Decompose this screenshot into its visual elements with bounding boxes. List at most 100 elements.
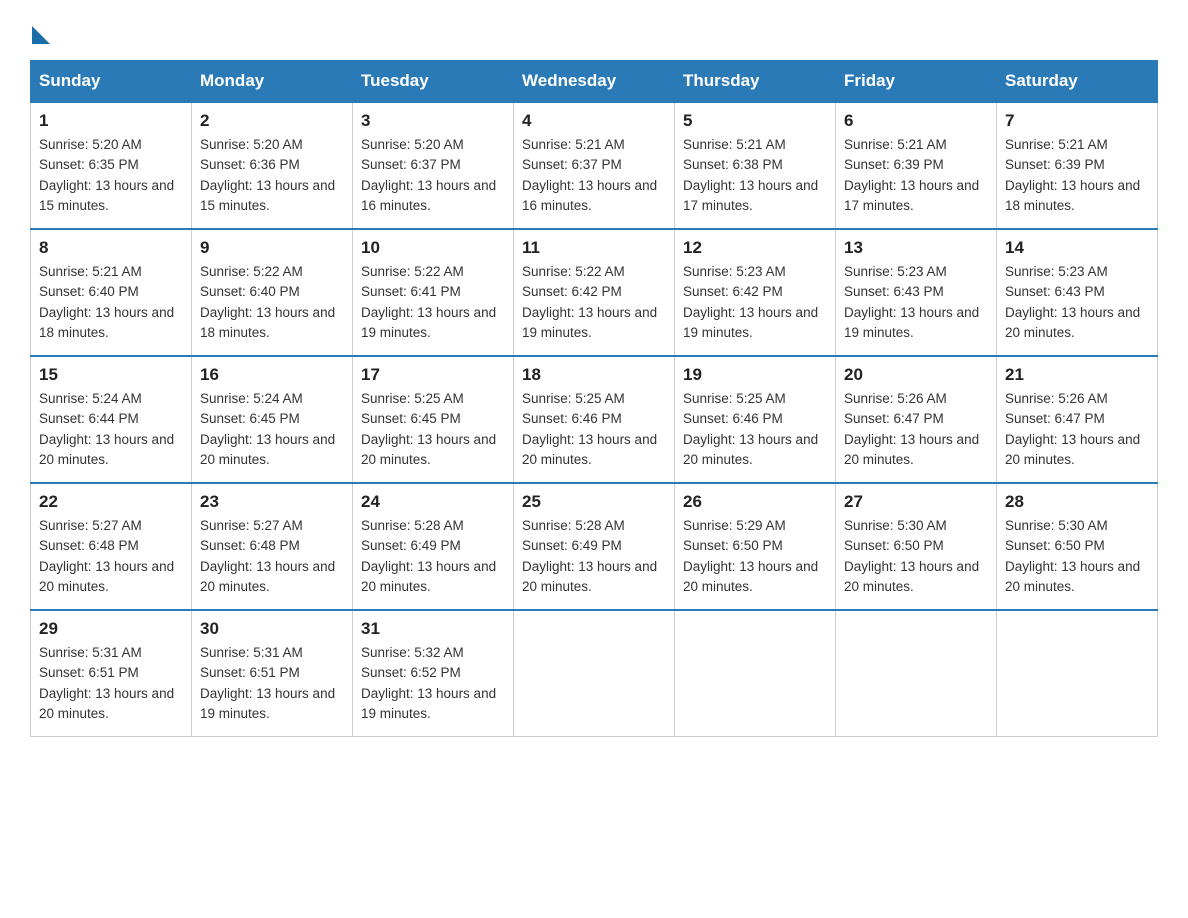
day-info: Sunrise: 5:21 AMSunset: 6:37 PMDaylight:… [522, 135, 666, 216]
day-info: Sunrise: 5:31 AMSunset: 6:51 PMDaylight:… [200, 643, 344, 724]
calendar-day-cell: 16 Sunrise: 5:24 AMSunset: 6:45 PMDaylig… [192, 356, 353, 483]
day-number: 22 [39, 492, 183, 512]
calendar-day-cell: 8 Sunrise: 5:21 AMSunset: 6:40 PMDayligh… [31, 229, 192, 356]
calendar-day-cell: 27 Sunrise: 5:30 AMSunset: 6:50 PMDaylig… [836, 483, 997, 610]
day-number: 9 [200, 238, 344, 258]
calendar-week-row: 29 Sunrise: 5:31 AMSunset: 6:51 PMDaylig… [31, 610, 1158, 737]
calendar-week-row: 15 Sunrise: 5:24 AMSunset: 6:44 PMDaylig… [31, 356, 1158, 483]
calendar-day-cell: 18 Sunrise: 5:25 AMSunset: 6:46 PMDaylig… [514, 356, 675, 483]
calendar-day-cell: 29 Sunrise: 5:31 AMSunset: 6:51 PMDaylig… [31, 610, 192, 737]
day-number: 16 [200, 365, 344, 385]
calendar-day-cell: 6 Sunrise: 5:21 AMSunset: 6:39 PMDayligh… [836, 102, 997, 229]
weekday-header-tuesday: Tuesday [353, 61, 514, 103]
day-info: Sunrise: 5:23 AMSunset: 6:42 PMDaylight:… [683, 262, 827, 343]
day-info: Sunrise: 5:26 AMSunset: 6:47 PMDaylight:… [844, 389, 988, 470]
day-info: Sunrise: 5:28 AMSunset: 6:49 PMDaylight:… [522, 516, 666, 597]
day-info: Sunrise: 5:21 AMSunset: 6:38 PMDaylight:… [683, 135, 827, 216]
day-info: Sunrise: 5:31 AMSunset: 6:51 PMDaylight:… [39, 643, 183, 724]
day-info: Sunrise: 5:32 AMSunset: 6:52 PMDaylight:… [361, 643, 505, 724]
day-info: Sunrise: 5:23 AMSunset: 6:43 PMDaylight:… [1005, 262, 1149, 343]
day-number: 28 [1005, 492, 1149, 512]
day-number: 12 [683, 238, 827, 258]
weekday-header-wednesday: Wednesday [514, 61, 675, 103]
day-info: Sunrise: 5:21 AMSunset: 6:40 PMDaylight:… [39, 262, 183, 343]
weekday-header-saturday: Saturday [997, 61, 1158, 103]
day-number: 2 [200, 111, 344, 131]
day-number: 1 [39, 111, 183, 131]
weekday-header-friday: Friday [836, 61, 997, 103]
day-number: 8 [39, 238, 183, 258]
calendar-table: SundayMondayTuesdayWednesdayThursdayFrid… [30, 60, 1158, 737]
day-number: 3 [361, 111, 505, 131]
day-info: Sunrise: 5:23 AMSunset: 6:43 PMDaylight:… [844, 262, 988, 343]
day-info: Sunrise: 5:21 AMSunset: 6:39 PMDaylight:… [844, 135, 988, 216]
calendar-day-cell: 3 Sunrise: 5:20 AMSunset: 6:37 PMDayligh… [353, 102, 514, 229]
day-number: 29 [39, 619, 183, 639]
calendar-week-row: 22 Sunrise: 5:27 AMSunset: 6:48 PMDaylig… [31, 483, 1158, 610]
day-info: Sunrise: 5:26 AMSunset: 6:47 PMDaylight:… [1005, 389, 1149, 470]
day-info: Sunrise: 5:22 AMSunset: 6:42 PMDaylight:… [522, 262, 666, 343]
calendar-day-cell: 10 Sunrise: 5:22 AMSunset: 6:41 PMDaylig… [353, 229, 514, 356]
day-number: 13 [844, 238, 988, 258]
day-number: 19 [683, 365, 827, 385]
calendar-day-cell: 17 Sunrise: 5:25 AMSunset: 6:45 PMDaylig… [353, 356, 514, 483]
calendar-day-cell: 24 Sunrise: 5:28 AMSunset: 6:49 PMDaylig… [353, 483, 514, 610]
day-number: 20 [844, 365, 988, 385]
day-info: Sunrise: 5:20 AMSunset: 6:36 PMDaylight:… [200, 135, 344, 216]
day-number: 21 [1005, 365, 1149, 385]
calendar-week-row: 8 Sunrise: 5:21 AMSunset: 6:40 PMDayligh… [31, 229, 1158, 356]
calendar-day-cell [514, 610, 675, 737]
day-number: 27 [844, 492, 988, 512]
day-info: Sunrise: 5:27 AMSunset: 6:48 PMDaylight:… [200, 516, 344, 597]
day-info: Sunrise: 5:30 AMSunset: 6:50 PMDaylight:… [844, 516, 988, 597]
day-number: 6 [844, 111, 988, 131]
calendar-day-cell: 1 Sunrise: 5:20 AMSunset: 6:35 PMDayligh… [31, 102, 192, 229]
day-number: 26 [683, 492, 827, 512]
day-number: 24 [361, 492, 505, 512]
day-number: 23 [200, 492, 344, 512]
day-number: 4 [522, 111, 666, 131]
calendar-day-cell: 22 Sunrise: 5:27 AMSunset: 6:48 PMDaylig… [31, 483, 192, 610]
calendar-day-cell [675, 610, 836, 737]
calendar-day-cell: 15 Sunrise: 5:24 AMSunset: 6:44 PMDaylig… [31, 356, 192, 483]
day-number: 7 [1005, 111, 1149, 131]
logo [30, 20, 50, 40]
day-info: Sunrise: 5:30 AMSunset: 6:50 PMDaylight:… [1005, 516, 1149, 597]
day-number: 30 [200, 619, 344, 639]
calendar-day-cell: 31 Sunrise: 5:32 AMSunset: 6:52 PMDaylig… [353, 610, 514, 737]
calendar-day-cell: 14 Sunrise: 5:23 AMSunset: 6:43 PMDaylig… [997, 229, 1158, 356]
day-number: 25 [522, 492, 666, 512]
calendar-day-cell: 5 Sunrise: 5:21 AMSunset: 6:38 PMDayligh… [675, 102, 836, 229]
day-number: 10 [361, 238, 505, 258]
day-info: Sunrise: 5:22 AMSunset: 6:41 PMDaylight:… [361, 262, 505, 343]
calendar-day-cell: 13 Sunrise: 5:23 AMSunset: 6:43 PMDaylig… [836, 229, 997, 356]
calendar-day-cell: 21 Sunrise: 5:26 AMSunset: 6:47 PMDaylig… [997, 356, 1158, 483]
day-info: Sunrise: 5:25 AMSunset: 6:46 PMDaylight:… [522, 389, 666, 470]
day-info: Sunrise: 5:24 AMSunset: 6:45 PMDaylight:… [200, 389, 344, 470]
calendar-day-cell: 7 Sunrise: 5:21 AMSunset: 6:39 PMDayligh… [997, 102, 1158, 229]
day-info: Sunrise: 5:27 AMSunset: 6:48 PMDaylight:… [39, 516, 183, 597]
day-info: Sunrise: 5:20 AMSunset: 6:37 PMDaylight:… [361, 135, 505, 216]
calendar-week-row: 1 Sunrise: 5:20 AMSunset: 6:35 PMDayligh… [31, 102, 1158, 229]
day-number: 5 [683, 111, 827, 131]
calendar-day-cell: 25 Sunrise: 5:28 AMSunset: 6:49 PMDaylig… [514, 483, 675, 610]
day-info: Sunrise: 5:21 AMSunset: 6:39 PMDaylight:… [1005, 135, 1149, 216]
calendar-day-cell [997, 610, 1158, 737]
weekday-header-thursday: Thursday [675, 61, 836, 103]
calendar-day-cell: 9 Sunrise: 5:22 AMSunset: 6:40 PMDayligh… [192, 229, 353, 356]
logo-arrow-icon [32, 26, 50, 44]
day-info: Sunrise: 5:25 AMSunset: 6:45 PMDaylight:… [361, 389, 505, 470]
day-number: 17 [361, 365, 505, 385]
day-info: Sunrise: 5:28 AMSunset: 6:49 PMDaylight:… [361, 516, 505, 597]
page-header [30, 20, 1158, 40]
weekday-header-monday: Monday [192, 61, 353, 103]
day-number: 14 [1005, 238, 1149, 258]
calendar-day-cell: 4 Sunrise: 5:21 AMSunset: 6:37 PMDayligh… [514, 102, 675, 229]
calendar-day-cell: 19 Sunrise: 5:25 AMSunset: 6:46 PMDaylig… [675, 356, 836, 483]
calendar-day-cell: 26 Sunrise: 5:29 AMSunset: 6:50 PMDaylig… [675, 483, 836, 610]
day-info: Sunrise: 5:22 AMSunset: 6:40 PMDaylight:… [200, 262, 344, 343]
day-info: Sunrise: 5:25 AMSunset: 6:46 PMDaylight:… [683, 389, 827, 470]
calendar-day-cell: 30 Sunrise: 5:31 AMSunset: 6:51 PMDaylig… [192, 610, 353, 737]
calendar-day-cell [836, 610, 997, 737]
calendar-day-cell: 20 Sunrise: 5:26 AMSunset: 6:47 PMDaylig… [836, 356, 997, 483]
